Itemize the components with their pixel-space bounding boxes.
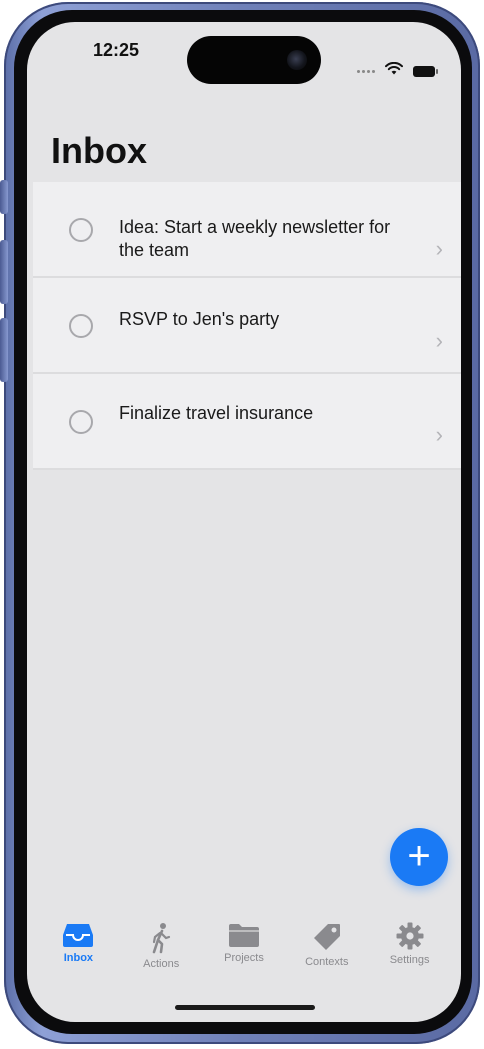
cellular-signal-icon	[357, 69, 375, 73]
task-complete-checkbox[interactable]	[69, 314, 93, 338]
tab-projects[interactable]: Projects	[204, 922, 284, 964]
folder-icon	[228, 922, 260, 948]
tab-label: Settings	[389, 954, 430, 966]
action-button	[0, 180, 8, 214]
home-indicator	[175, 1005, 315, 1010]
status-indicators	[357, 61, 438, 80]
task-complete-checkbox[interactable]	[69, 218, 93, 242]
task-row[interactable]: RSVP to Jen's party ›	[33, 278, 461, 374]
page-title: Inbox	[51, 130, 147, 171]
walking-person-icon	[149, 922, 173, 954]
tab-label: Projects	[224, 952, 264, 964]
chevron-right-icon: ›	[435, 422, 443, 447]
wifi-icon	[385, 61, 403, 80]
status-time: 12:25	[93, 40, 140, 60]
dynamic-island	[187, 36, 321, 84]
tab-label: Actions	[143, 958, 180, 970]
tab-bar: Inbox Actions Projects Contexts Settings	[27, 922, 461, 1002]
add-task-button[interactable]: +	[390, 828, 448, 886]
task-title: RSVP to Jen's party	[119, 309, 280, 329]
task-title: Idea: Start a weekly newsletter for the …	[119, 217, 391, 260]
volume-down-button	[0, 318, 8, 382]
volume-up-button	[0, 240, 8, 304]
tab-label: Contexts	[305, 956, 349, 968]
app-screen: 12:25 Inbox Idea: Start a weekly newslet…	[27, 22, 461, 1022]
inbox-tray-icon	[62, 922, 94, 948]
tab-settings[interactable]: Settings	[370, 922, 450, 966]
front-camera-icon	[287, 50, 307, 70]
gear-icon	[396, 922, 424, 950]
tab-inbox[interactable]: Inbox	[38, 922, 118, 964]
task-row[interactable]: Finalize travel insurance ›	[33, 374, 461, 470]
chevron-right-icon: ›	[435, 236, 443, 261]
chevron-right-icon: ›	[435, 328, 443, 353]
task-row[interactable]: Idea: Start a weekly newsletter for the …	[33, 182, 461, 278]
task-title: Finalize travel insurance	[119, 403, 314, 423]
task-complete-checkbox[interactable]	[69, 410, 93, 434]
tab-contexts[interactable]: Contexts	[287, 922, 367, 968]
task-list: Idea: Start a weekly newsletter for the …	[33, 182, 461, 470]
battery-icon	[413, 65, 438, 77]
tab-label: Inbox	[63, 952, 94, 964]
device-mockup: 12:25 Inbox Idea: Start a weekly newslet…	[0, 0, 484, 1049]
tab-actions[interactable]: Actions	[121, 922, 201, 970]
tag-icon	[312, 922, 342, 952]
